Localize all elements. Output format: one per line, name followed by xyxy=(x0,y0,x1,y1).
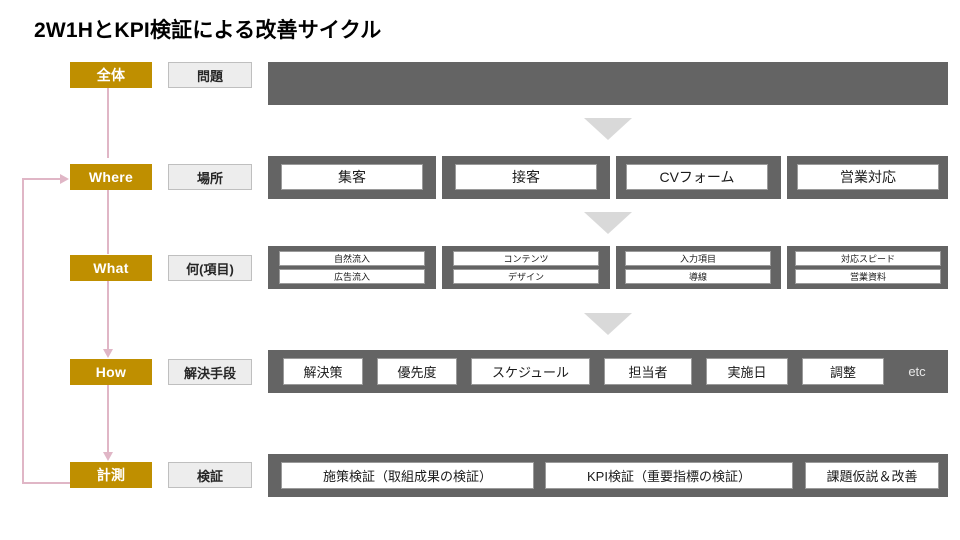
flow-line-what-to-how xyxy=(107,279,109,354)
item-box[interactable]: KPI検証（重要指標の検証） xyxy=(545,462,793,489)
item-box[interactable]: 担当者 xyxy=(604,358,692,385)
item-box[interactable]: 営業対応 xyxy=(797,164,939,190)
kind-chip-nani-label: 何(項目) xyxy=(186,261,234,277)
flow-arrow-into-keisoku-icon xyxy=(103,452,113,461)
item-box[interactable]: 解決策 xyxy=(283,358,363,385)
kind-chip-nani[interactable]: 何(項目) xyxy=(168,255,252,281)
flow-line-zentai-to-where xyxy=(107,88,109,158)
item-box-label: CVフォーム xyxy=(659,169,735,185)
flow-line-loop-left xyxy=(22,178,24,484)
stage-chip-how-label: How xyxy=(95,364,127,380)
item-box[interactable]: 実施日 xyxy=(706,358,788,385)
item-box[interactable]: 営業資料 xyxy=(795,269,941,284)
item-box-label: コンテンツ xyxy=(503,254,549,264)
item-box-label: 優先度 xyxy=(397,365,437,380)
item-box[interactable]: 接客 xyxy=(455,164,597,190)
kind-chip-kaiketsu[interactable]: 解決手段 xyxy=(168,359,252,385)
slide-canvas: 2W1HとKPI検証による改善サイクル 全体 問題 Where 場所 集客 接客… xyxy=(0,0,960,540)
item-box-label: 営業対応 xyxy=(840,169,896,185)
kind-chip-kaiketsu-label: 解決手段 xyxy=(183,365,236,381)
down-arrow-zentai-to-where-icon xyxy=(584,118,632,140)
kind-chip-basho-label: 場所 xyxy=(196,170,223,186)
stage-chip-zentai[interactable]: 全体 xyxy=(70,62,152,88)
item-box-label: 施策検証（取組成果の検証） xyxy=(322,469,492,484)
item-box-label: 調整 xyxy=(829,365,856,380)
kind-chip-kensho[interactable]: 検証 xyxy=(168,462,252,488)
etc-label: etc xyxy=(896,358,938,385)
stage-chip-how[interactable]: How xyxy=(70,359,152,385)
item-box-label: 導線 xyxy=(688,272,707,282)
etc-label-text: etc xyxy=(908,364,926,379)
item-box[interactable]: 施策検証（取組成果の検証） xyxy=(281,462,534,489)
stage-chip-zentai-label: 全体 xyxy=(96,67,126,83)
kind-chip-mondai[interactable]: 問題 xyxy=(168,62,252,88)
item-box-label: 入力項目 xyxy=(679,254,716,264)
band-row-zentai xyxy=(268,62,948,105)
kind-chip-basho[interactable]: 場所 xyxy=(168,164,252,190)
item-box-label: 担当者 xyxy=(628,365,668,380)
item-box-label: 解決策 xyxy=(303,365,343,380)
stage-chip-keisoku-label: 計測 xyxy=(96,467,126,483)
item-box[interactable]: 自然流入 xyxy=(279,251,425,266)
item-box-label: 実施日 xyxy=(727,365,767,380)
page-title: 2W1HとKPI検証による改善サイクル xyxy=(34,19,382,42)
item-box-label: 接客 xyxy=(512,169,540,185)
item-box[interactable]: コンテンツ xyxy=(453,251,599,266)
kind-chip-mondai-label: 問題 xyxy=(196,68,223,84)
item-box-label: デザイン xyxy=(507,272,544,282)
item-box[interactable]: 広告流入 xyxy=(279,269,425,284)
flow-arrow-into-where-icon xyxy=(60,174,69,184)
item-box-label: 広告流入 xyxy=(333,272,370,282)
item-box[interactable]: 集客 xyxy=(281,164,423,190)
flow-line-where-to-what xyxy=(107,182,109,254)
item-box[interactable]: 優先度 xyxy=(377,358,457,385)
item-box-label: 自然流入 xyxy=(333,254,370,264)
stage-chip-where-label: Where xyxy=(88,169,134,185)
item-box-label: 集客 xyxy=(338,169,366,185)
item-box[interactable]: 課題仮説＆改善 xyxy=(805,462,939,489)
item-box[interactable]: 導線 xyxy=(625,269,771,284)
item-box-label: KPI検証（重要指標の検証） xyxy=(587,469,751,484)
item-box[interactable]: スケジュール xyxy=(471,358,590,385)
item-box[interactable]: CVフォーム xyxy=(626,164,768,190)
down-arrow-what-to-how-icon xyxy=(584,313,632,335)
item-box[interactable]: 対応スピード xyxy=(795,251,941,266)
flow-line-how-to-keisoku xyxy=(107,385,109,457)
item-box[interactable]: デザイン xyxy=(453,269,599,284)
flow-line-loop-bottom xyxy=(22,482,70,484)
kind-chip-kensho-label: 検証 xyxy=(196,468,223,484)
stage-chip-keisoku[interactable]: 計測 xyxy=(70,462,152,488)
item-box-label: 課題仮説＆改善 xyxy=(826,469,918,484)
item-box-label: 営業資料 xyxy=(849,272,886,282)
item-box[interactable]: 調整 xyxy=(802,358,884,385)
stage-chip-what[interactable]: What xyxy=(70,255,152,281)
flow-line-loop-top xyxy=(22,178,64,180)
item-box-label: スケジュール xyxy=(491,365,570,380)
stage-chip-where[interactable]: Where xyxy=(70,164,152,190)
down-arrow-where-to-what-icon xyxy=(584,212,632,234)
flow-arrow-into-how-icon xyxy=(103,349,113,358)
stage-chip-what-label: What xyxy=(93,260,129,276)
item-box[interactable]: 入力項目 xyxy=(625,251,771,266)
item-box-label: 対応スピード xyxy=(840,254,895,264)
